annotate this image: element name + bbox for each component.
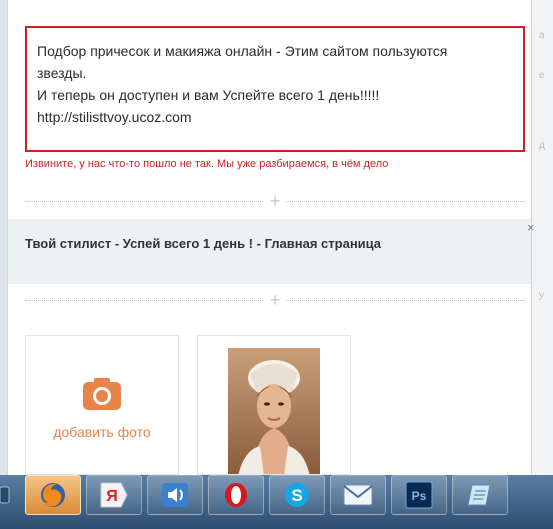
post-text-input[interactable]: Подбор причесок и макияжа онлайн - Этим … — [25, 26, 525, 152]
taskbar-audio[interactable] — [147, 475, 203, 515]
post-text-line: http://stilisttvoy.ucoz.com — [37, 109, 192, 125]
close-icon[interactable]: × — [527, 221, 535, 234]
taskbar-mail[interactable] — [330, 475, 386, 515]
windows-taskbar: Я S Ps — [0, 475, 553, 529]
attached-photo[interactable] — [197, 335, 351, 475]
taskbar-yandex[interactable]: Я — [86, 475, 142, 515]
error-message: Извините, у нас что-то пошло не так. Мы … — [25, 158, 389, 170]
svg-text:Ps: Ps — [412, 489, 427, 503]
taskbar-skype[interactable]: S — [269, 475, 325, 515]
link-preview-title: Твой стилист - Успей всего 1 день ! - Гл… — [25, 236, 382, 251]
taskbar-firefox[interactable] — [25, 475, 81, 515]
svg-text:S: S — [291, 486, 302, 505]
mail-icon — [343, 484, 373, 506]
photoshop-icon: Ps — [405, 481, 433, 509]
taskbar-notepad[interactable] — [452, 475, 508, 515]
camera-icon — [83, 378, 121, 410]
post-text-line: звезды. — [37, 65, 87, 81]
opera-icon — [225, 483, 247, 507]
add-block-plus-icon[interactable]: + — [264, 192, 286, 210]
background-page-strip: а е д у — [530, 0, 553, 475]
add-block-plus-icon[interactable]: + — [264, 291, 286, 309]
link-preview: Твой стилист - Успей всего 1 день ! - Гл… — [8, 219, 531, 284]
background-text: е — [539, 70, 545, 81]
bride-portrait-photo — [228, 348, 320, 474]
yandex-icon: Я — [100, 482, 128, 508]
svg-text:Я: Я — [106, 488, 118, 505]
notepad-icon — [467, 484, 491, 506]
add-photo-button[interactable]: добавить фото — [25, 335, 179, 475]
background-text: д — [539, 140, 545, 151]
post-text-line: Подбор причесок и макияжа онлайн - Этим … — [37, 43, 448, 59]
add-photo-label: добавить фото — [53, 424, 151, 440]
firefox-icon — [41, 483, 65, 507]
background-text: у — [539, 290, 544, 301]
post-composer-dialog: Подбор причесок и макияжа онлайн - Этим … — [7, 0, 535, 475]
post-text-line: И теперь он доступен и вам Успейте всего… — [37, 87, 380, 103]
skype-icon: S — [285, 483, 309, 507]
taskbar-opera[interactable] — [208, 475, 264, 515]
start-button-edge[interactable] — [0, 481, 14, 509]
background-text: а — [539, 30, 545, 41]
audio-icon — [162, 483, 188, 507]
taskbar-photoshop[interactable]: Ps — [391, 475, 447, 515]
